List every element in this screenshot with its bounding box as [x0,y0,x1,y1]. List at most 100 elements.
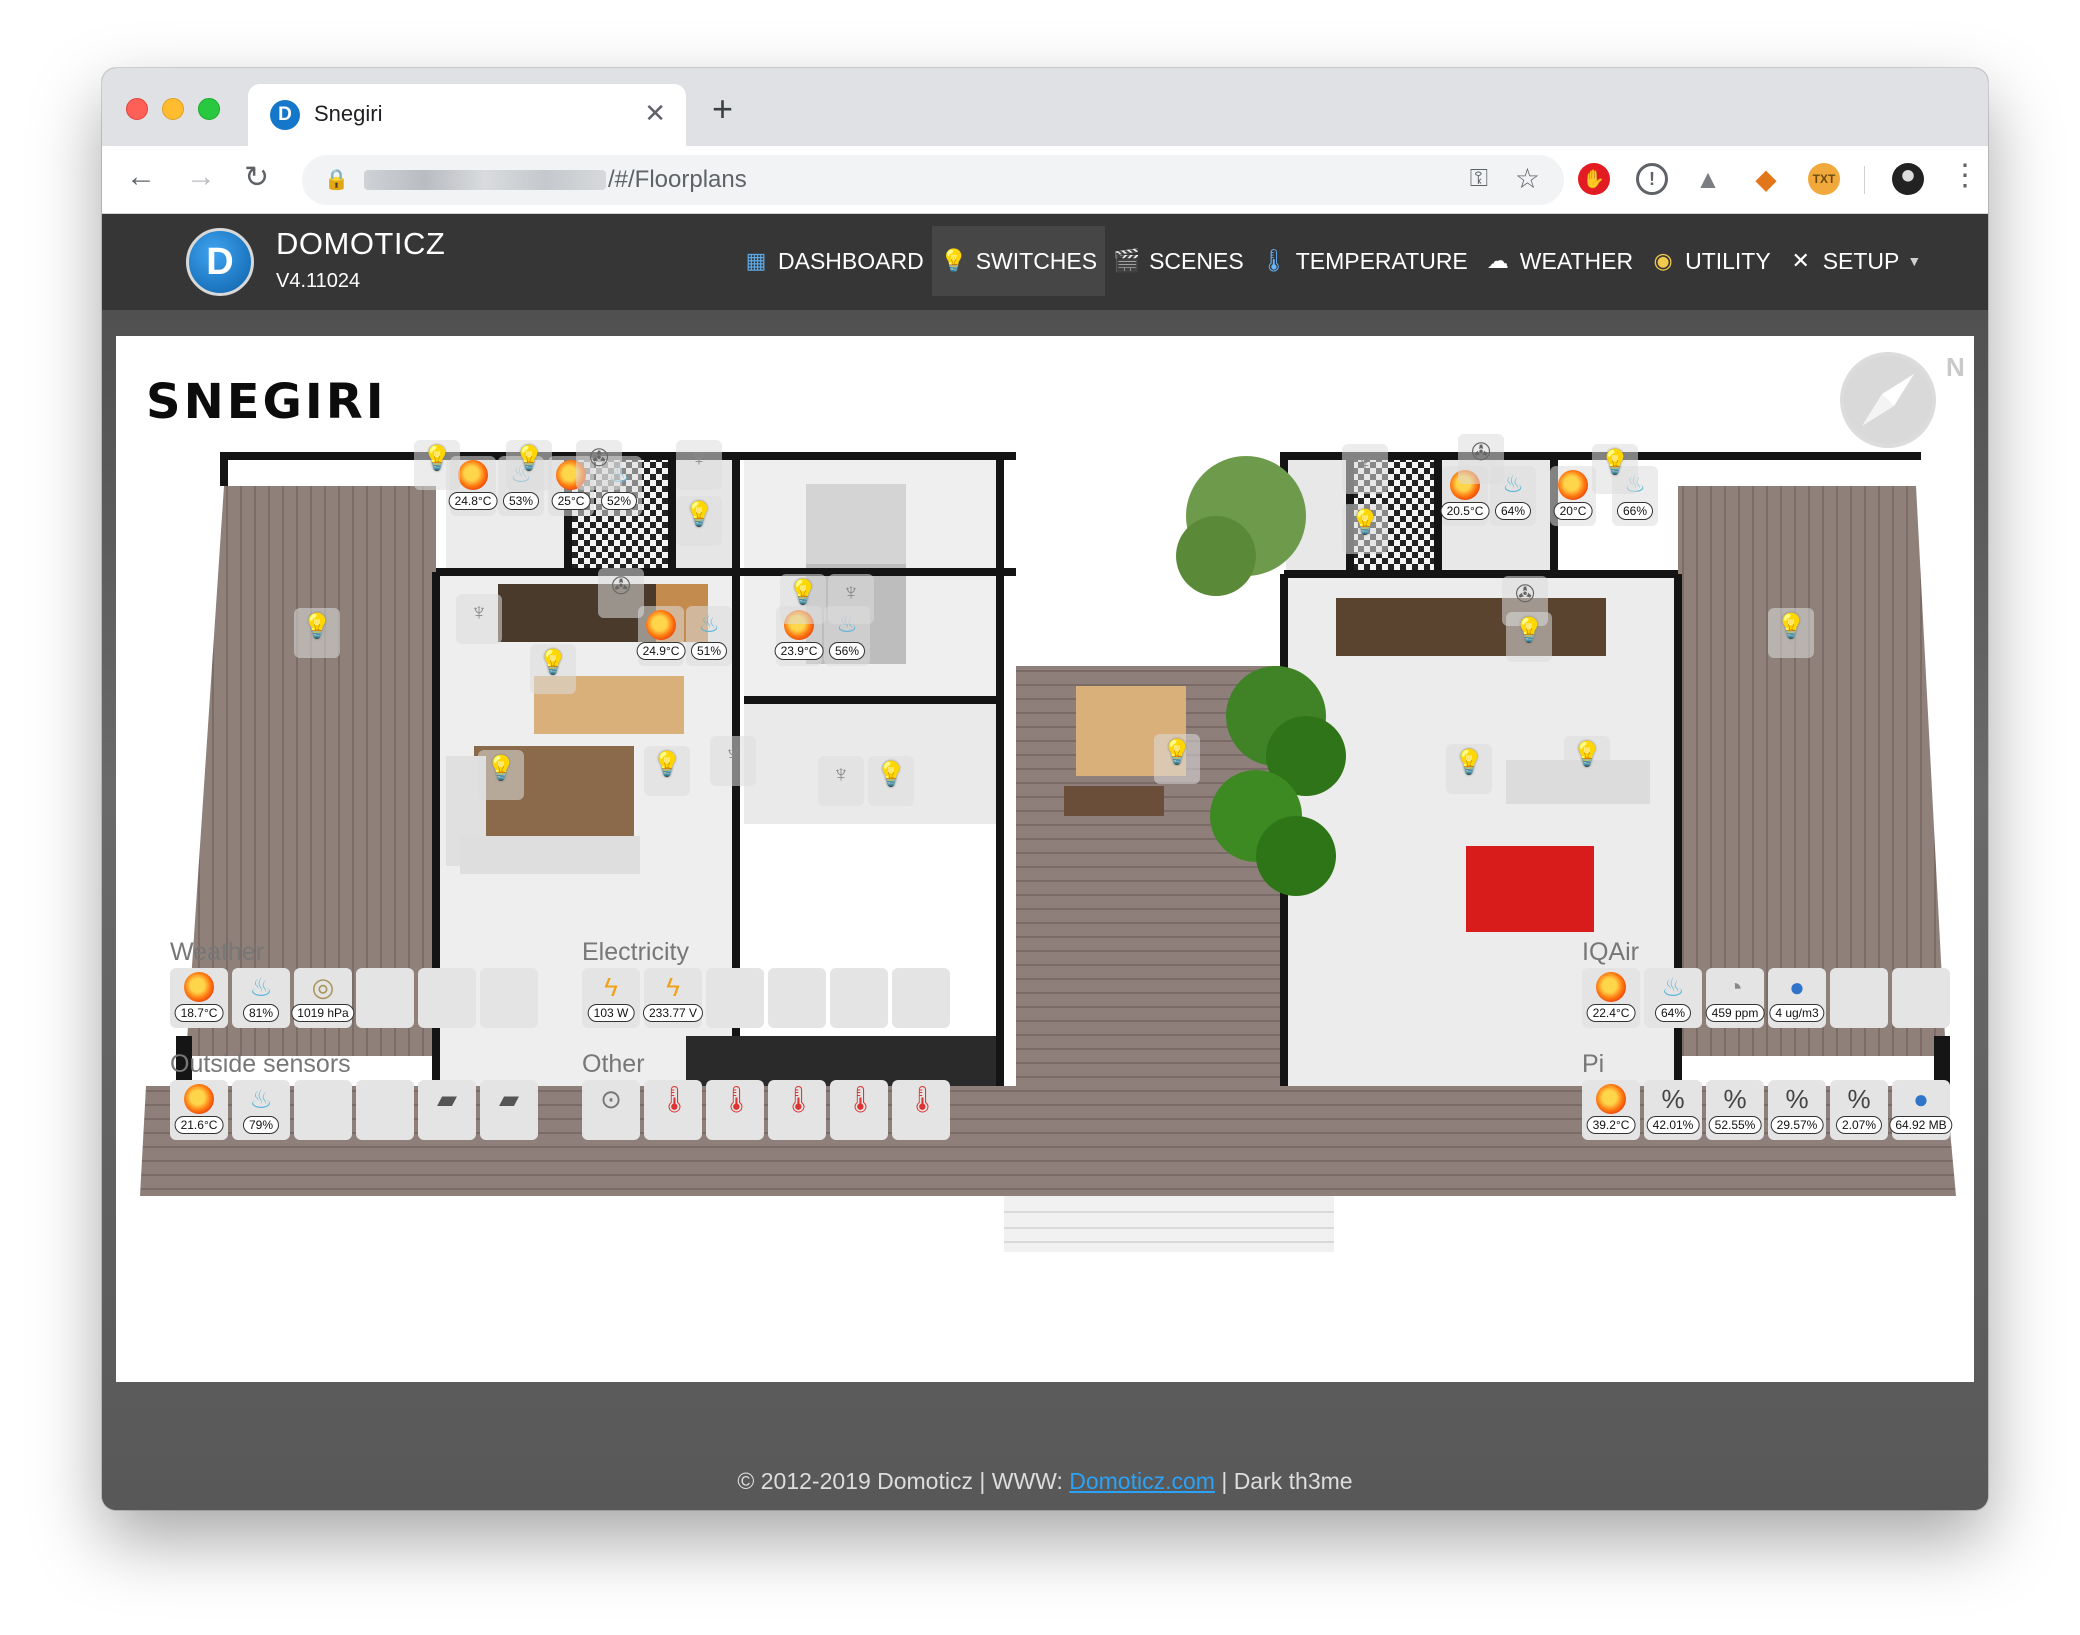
fireplace-switch[interactable]: ♆ [676,440,722,490]
light-switch[interactable]: 💡 [1564,736,1610,786]
iqair-temperature-tile[interactable]: 22.4°C [1582,968,1640,1028]
weather-temperature-tile[interactable]: 18.7°C [170,968,228,1028]
iqair-co2-tile[interactable]: ◔ 459 ppm [1705,968,1765,1028]
fireplace-switch[interactable]: ♆ [828,574,874,624]
thermometer-tile[interactable]: 🌡 [768,1080,826,1140]
tools-icon: ✕ [1791,248,1810,273]
back-arrow-icon[interactable]: ← [126,160,156,194]
minimize-window-button[interactable] [162,98,184,120]
pi-percentage-tile[interactable]: % 52.55% [1706,1080,1764,1140]
profile-avatar[interactable] [1892,163,1924,195]
weather-pressure-tile[interactable]: ◎ 1019 hPa [291,968,355,1028]
percent-icon: % [1661,1084,1685,1114]
key-icon[interactable]: ⚿ [1470,165,1488,193]
nav-switches[interactable]: 💡 SWITCHES [931,226,1106,296]
pi-percentage-tile[interactable]: % 29.57% [1768,1080,1826,1140]
nav-dashboard[interactable]: ▦ DASHBOARD [734,226,932,296]
fireplace-switch[interactable]: ♆ [710,736,756,786]
browser-menu-icon[interactable]: ⋮ [1950,158,1980,193]
nav-utility[interactable]: ◉ UTILITY [1641,226,1779,296]
thermometer-tile[interactable]: 🌡 [644,1080,702,1140]
fan-switch[interactable]: ✇ [1458,434,1504,484]
light-switch[interactable]: 💡 [1446,744,1492,794]
nav-setup[interactable]: ✕ SETUP ▼ [1779,226,1930,296]
domoticz-logo-icon[interactable]: D [186,228,254,296]
reload-icon[interactable]: ↻ [244,160,269,195]
barometer-icon: ◎ [311,972,335,1002]
dashboard-icon: ▦ [745,248,767,273]
room-sensor-temperature[interactable]: 20°C [1550,466,1596,526]
address-bar[interactable]: 🔒 /#/Floorplans ⚿ ☆ [302,155,1564,205]
nav-temperature[interactable]: 🌡 TEMPERATURE [1252,226,1476,296]
light-switch[interactable]: 💡 [530,644,576,694]
fan-switch[interactable]: ✇ [576,440,622,490]
light-switch[interactable]: 💡 [1592,444,1638,494]
forward-arrow-icon[interactable]: → [186,160,216,194]
pi-percentage-tile[interactable]: % 42.01% [1644,1080,1702,1140]
thermometer-icon: 🌡 [906,1084,940,1114]
lightbulb-icon: 💡 [1454,749,1484,776]
close-window-button[interactable] [126,98,148,120]
empty-tile [294,1080,352,1140]
drive-extension-icon[interactable]: ▲ [1692,163,1724,195]
fireplace-switch[interactable]: ♆ [818,756,864,806]
thermometer-tile[interactable]: 🌡 [706,1080,764,1140]
power-socket-tile[interactable]: ⊙ [582,1080,640,1140]
browser-tab[interactable]: D Snegiri ✕ [248,84,686,146]
fox-extension-icon[interactable]: ◆ [1750,163,1782,195]
light-switch[interactable]: 💡 [644,746,690,796]
light-switch[interactable]: 💡 [868,756,914,806]
fireplace-switch[interactable]: ♆ [1342,444,1388,494]
light-switch[interactable]: 💡 [414,440,460,490]
outside-humidity-tile[interactable]: ♨ 79% [232,1080,290,1140]
pi-memory-tile[interactable]: ● 64.92 MB [1889,1080,1953,1140]
power-socket-icon: ⊙ [600,1084,622,1114]
light-switch[interactable]: 💡 [676,496,722,546]
zoom-window-button[interactable] [198,98,220,120]
thermometer-icon: 🌡 [658,1084,692,1114]
light-switch[interactable]: 💡 [780,574,826,624]
outside-temperature-tile[interactable]: 21.6°C [170,1080,228,1140]
room-sensor-humidity[interactable]: ♨ 51% [686,606,732,666]
pi-percentage-tile[interactable]: % 2.07% [1830,1080,1888,1140]
sensor-device-tile[interactable]: ▰ [418,1080,476,1140]
pi-temperature-tile[interactable]: 39.2°C [1582,1080,1640,1140]
temperature-icon [184,972,214,1002]
light-switch[interactable]: 💡 [1154,734,1200,784]
fan-switch[interactable]: ✇ [598,568,644,618]
temperature-icon [1558,470,1588,500]
empty-tile [706,968,764,1028]
footer-link[interactable]: Domoticz.com [1069,1468,1215,1494]
sensor-box-icon: ▰ [437,1084,457,1114]
fireplace-icon: ♆ [1356,449,1374,476]
light-switch[interactable]: 💡 [506,440,552,490]
light-switch[interactable]: 💡 [1768,608,1814,658]
bookmark-star-icon[interactable]: ☆ [1515,162,1540,195]
electricity-voltage-tile[interactable]: ϟ 233.77 V [642,968,704,1028]
fireplace-switch[interactable]: ♆ [456,594,502,644]
light-switch[interactable]: 💡 [294,608,340,658]
nav-scenes[interactable]: 🎬 SCENES [1105,226,1252,296]
light-switch[interactable]: 💡 [1506,612,1552,662]
lightbulb-icon: 💡 [684,501,714,528]
group-title-weather: Weather [170,938,265,966]
electricity-power-tile[interactable]: ϟ 103 W [582,968,640,1028]
iqair-pm-tile[interactable]: ● 4 ug/m3 [1768,968,1826,1028]
info-extension-icon[interactable]: ! [1636,163,1668,195]
nav-weather[interactable]: ☁ WEATHER [1476,226,1641,296]
empty-tile [480,968,538,1028]
light-switch[interactable]: 💡 [1342,504,1388,554]
thermometer-tile[interactable]: 🌡 [830,1080,888,1140]
main-nav: ▦ DASHBOARD 💡 SWITCHES 🎬 SCENES 🌡 TEMPERATUR… [734,226,1929,296]
iqair-humidity-tile[interactable]: ♨ 64% [1644,968,1702,1028]
light-switch[interactable]: 💡 [478,750,524,800]
weather-humidity-tile[interactable]: ♨ 81% [232,968,290,1028]
thermometer-tile[interactable]: 🌡 [892,1080,950,1140]
adblock-extension-icon[interactable]: ✋ [1578,163,1610,195]
tab-close-icon[interactable]: ✕ [644,98,666,129]
group-title-iqair: IQAir [1582,938,1639,966]
txt-extension-icon[interactable]: TXT [1808,163,1840,195]
room-sensor-temperature[interactable]: 24.9°C [636,606,686,666]
sensor-device-tile[interactable]: ▰ [480,1080,538,1140]
new-tab-button[interactable]: + [712,88,733,130]
